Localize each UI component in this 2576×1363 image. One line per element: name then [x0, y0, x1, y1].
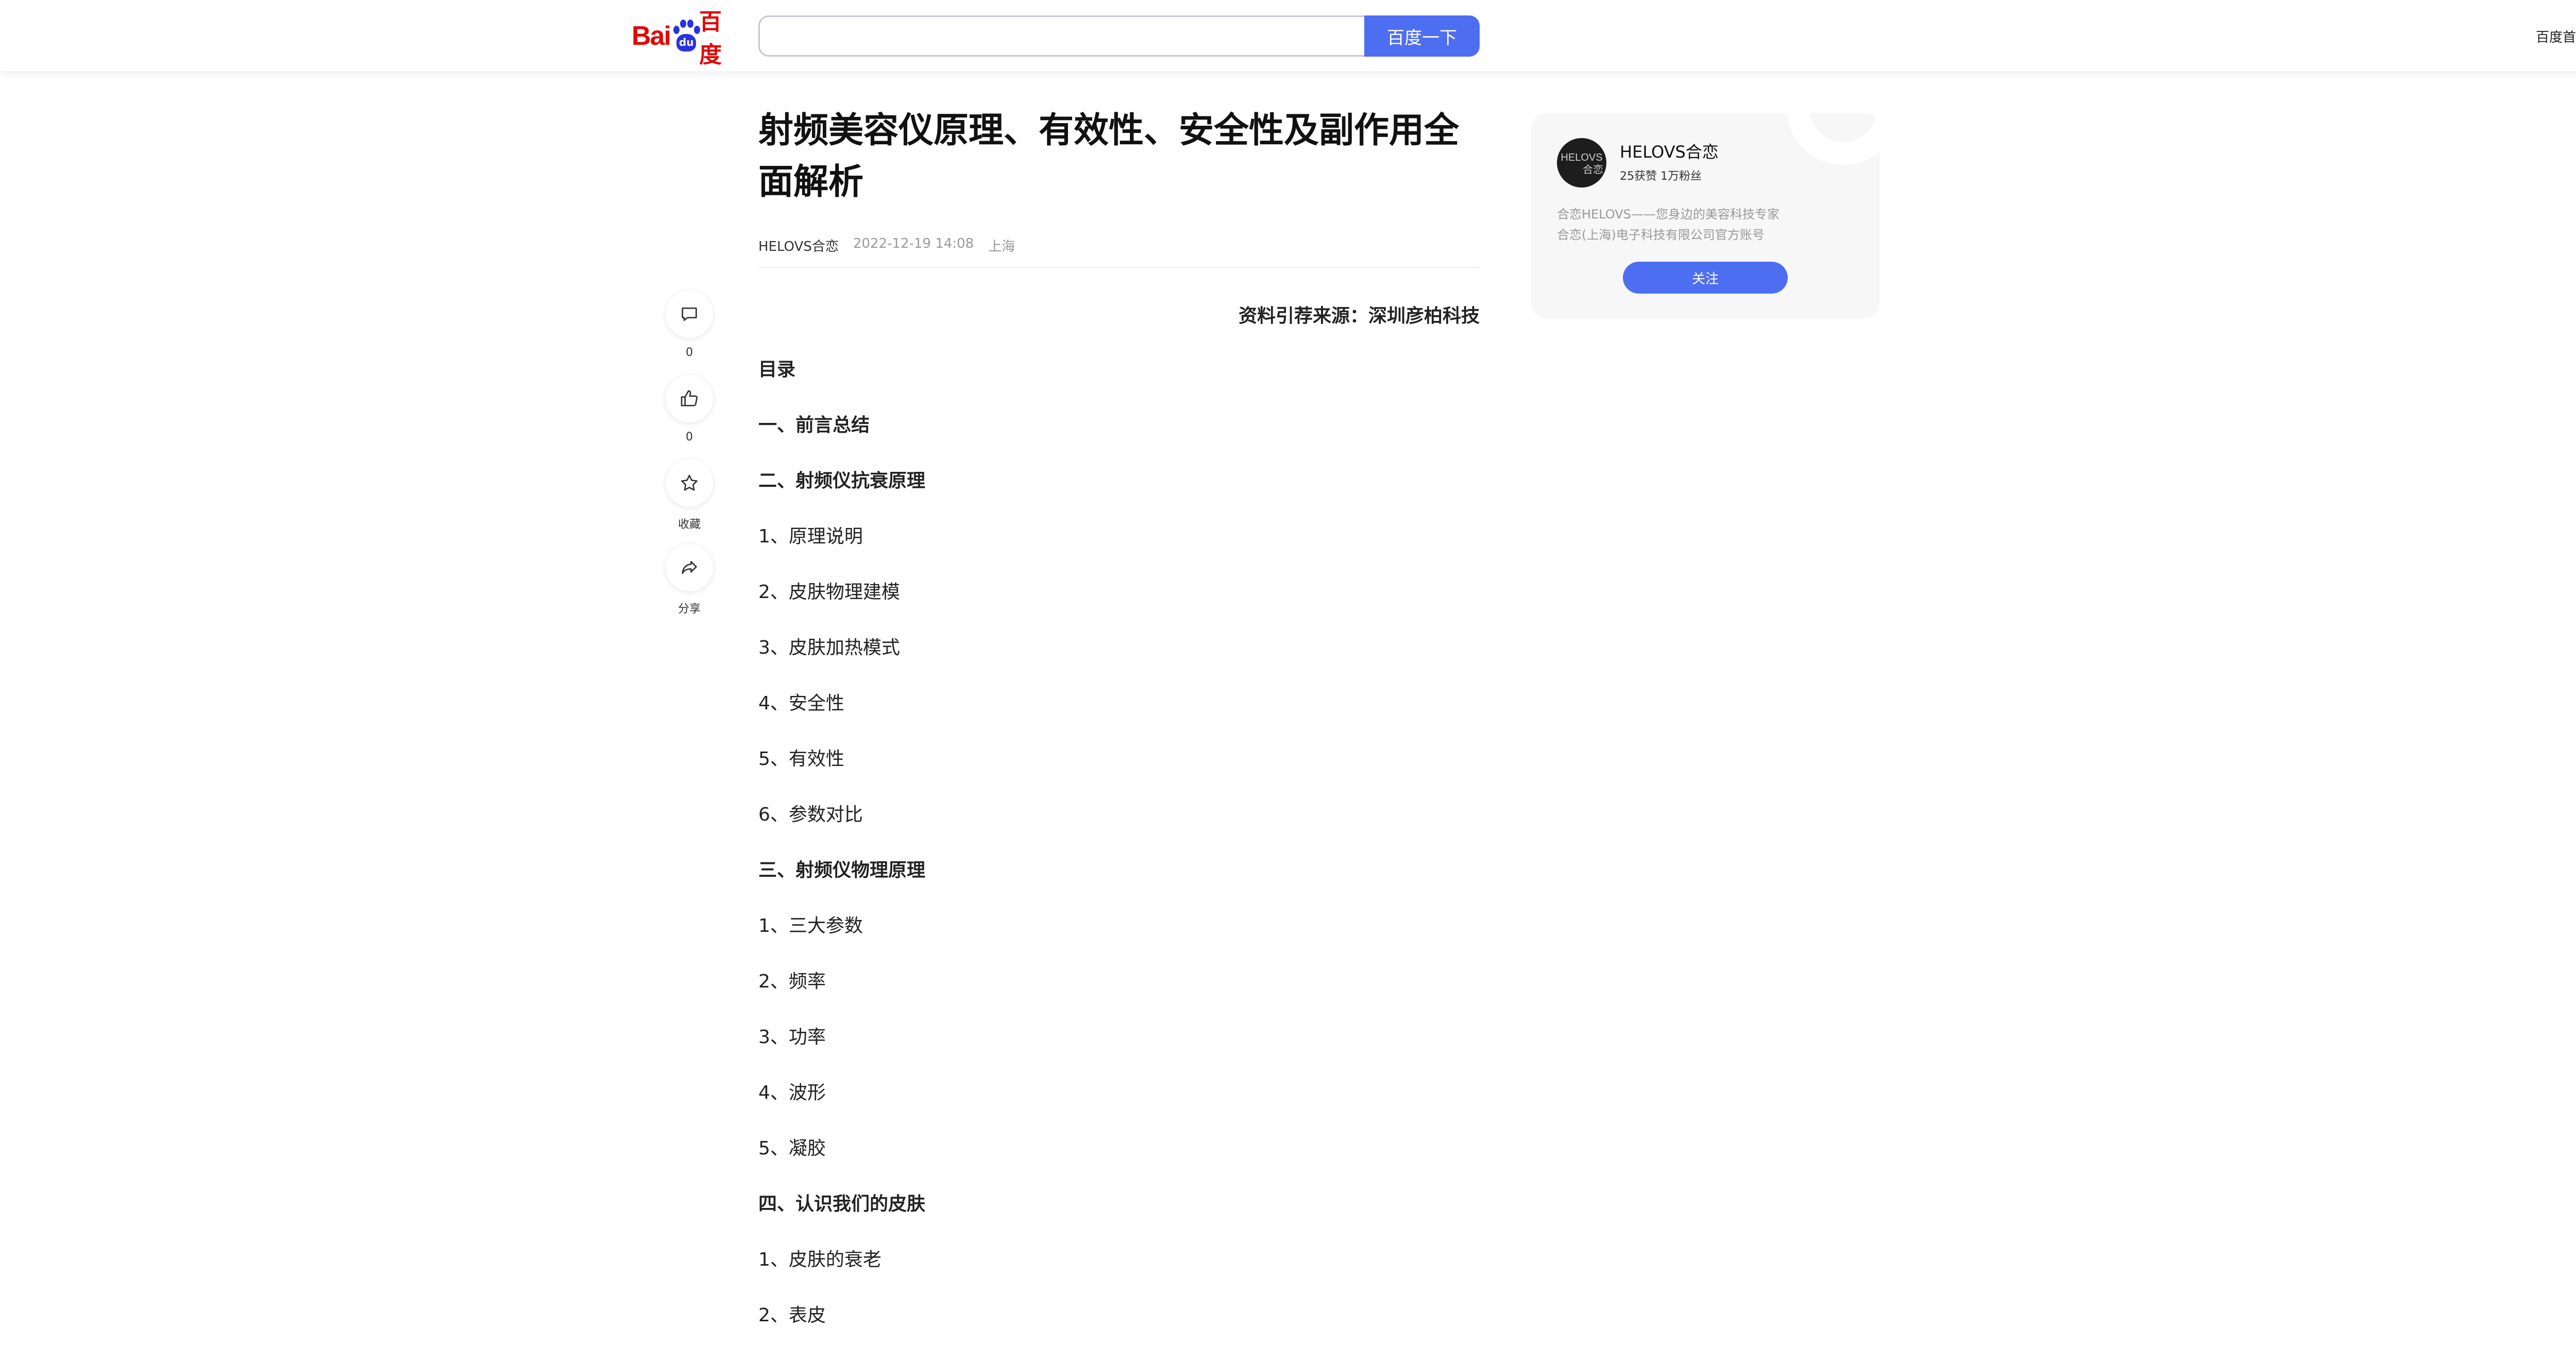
logo-text-latin: Bai: [632, 21, 671, 51]
source-line: 资料引荐来源：深圳彦柏科技: [1238, 305, 1480, 327]
avatar-text: HELOVS: [1561, 152, 1603, 163]
comment-count: 0: [686, 346, 693, 359]
toc-item: 3、皮肤加热模式: [758, 637, 900, 658]
toc-item: 1、原理说明: [758, 526, 863, 547]
search-input[interactable]: [758, 15, 1365, 57]
like-action[interactable]: 0: [664, 375, 715, 444]
toc-item: 一、前言总结: [758, 415, 870, 436]
author-stats: 25获赞 1万粉丝: [1620, 170, 1702, 183]
author-description: 合恋HELOVS——您身边的美容科技专家 合恋(上海)电子科技有限公司官方账号: [1557, 204, 1861, 245]
comment-icon: [682, 308, 697, 321]
author-card: HELOVS 合恋 HELOVS合恋 25获赞 1万粉丝 合恋HELOVS——您…: [1531, 113, 1879, 318]
toc-item: 1、皮肤的衰老: [758, 1249, 882, 1270]
toc-item: 4、波形: [758, 1082, 826, 1103]
toc-item: 二、射频仪抗衰原理: [758, 470, 926, 491]
baidu-home-link[interactable]: 百度首页: [2536, 27, 2576, 46]
table-of-contents: 目录一、前言总结二、射频仪抗衰原理 1、原理说明 2、皮肤物理建模 3、皮肤加热模式 4…: [758, 354, 1480, 1356]
author-desc-line: 合恋(上海)电子科技有限公司官方账号: [1557, 228, 1765, 242]
author-name[interactable]: HELOVS合恋: [1620, 139, 1719, 163]
follow-button[interactable]: 关注: [1623, 262, 1788, 294]
share-label: 分享: [677, 603, 701, 616]
toc-item: 2、表皮: [758, 1305, 826, 1326]
comment-button[interactable]: [666, 291, 713, 338]
article-meta: HELOVS合恋 2022-12-19 14:08 上海: [758, 236, 1015, 255]
toc-item: 6、参数对比: [758, 804, 863, 825]
toc-item: 2、皮肤物理建模: [758, 582, 900, 603]
toc-item: 三、射频仪物理原理: [758, 860, 926, 881]
favorite-action[interactable]: 收藏: [664, 459, 715, 532]
paw-icon: du: [671, 20, 700, 53]
avatar[interactable]: HELOVS 合恋: [1557, 138, 1606, 188]
logo-text-cn: 百度: [699, 9, 722, 68]
toc-item: 3、功率: [758, 1027, 826, 1048]
search-button[interactable]: 百度一下: [1364, 15, 1480, 57]
article-title: 射频美容仪原理、有效性、安全性及副作用全面解析: [758, 110, 1460, 202]
avatar-text-cn: 合恋: [1583, 164, 1603, 176]
card-decoration: [1787, 113, 1879, 165]
thumbs-up-icon: [681, 390, 698, 406]
meta-date: 2022-12-19 14:08: [853, 236, 974, 251]
comment-action[interactable]: 0: [664, 291, 715, 359]
toc-item: 目录: [758, 359, 796, 380]
toc-item: 2、频率: [758, 971, 826, 992]
like-count: 0: [686, 431, 693, 444]
toc-item: 4、安全性: [758, 693, 844, 714]
top-bar: Bai du 百度 百度一下 百度首页: [0, 0, 2576, 71]
meta-author[interactable]: HELOVS合恋: [758, 236, 839, 255]
baidu-logo[interactable]: Bai du 百度: [632, 9, 740, 68]
share-button[interactable]: [666, 544, 713, 591]
favorite-button[interactable]: [666, 459, 713, 507]
author-desc-line: 合恋HELOVS——您身边的美容科技专家: [1557, 207, 1780, 222]
toc-item: 5、有效性: [758, 748, 844, 770]
toc-item: 5、凝胶: [758, 1138, 826, 1159]
divider: [758, 267, 1480, 268]
share-action[interactable]: 分享: [664, 544, 715, 616]
share-icon: [682, 561, 697, 574]
like-button[interactable]: [666, 375, 713, 422]
toc-item: 1、三大参数: [758, 915, 863, 936]
meta-location: 上海: [988, 239, 1015, 254]
favorite-label: 收藏: [677, 518, 701, 531]
logo-paw-text: du: [679, 36, 694, 48]
star-icon: [681, 474, 698, 491]
toc-item: 四、认识我们的皮肤: [758, 1194, 926, 1215]
